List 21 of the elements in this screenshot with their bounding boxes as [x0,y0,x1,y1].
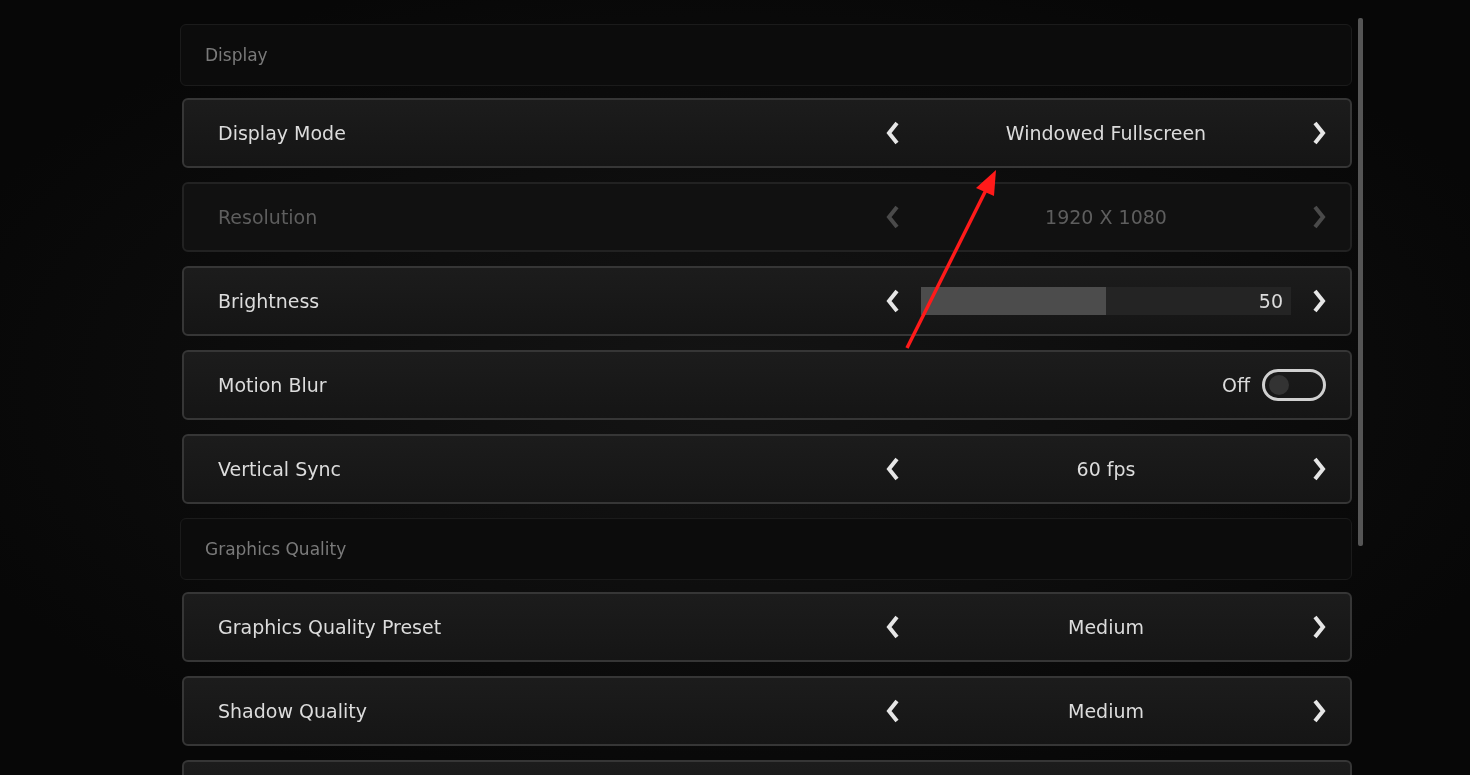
toggle-state: Off [1221,374,1250,396]
setting-row[interactable]: Brightness 50 [182,266,1352,336]
scrollbar[interactable] [1358,18,1363,546]
setting-label: Display Mode [218,122,347,144]
setting-label: Vertical Sync [218,458,342,480]
slider-track[interactable]: 50 [921,287,1291,315]
section-title: Graphics Quality [205,539,347,559]
setting-value: Medium [1067,700,1145,722]
setting-label: Motion Blur [218,374,328,396]
setting-value: Medium [1067,616,1145,638]
slider-value: 50 [1258,290,1284,312]
toggle-switch[interactable] [1262,369,1326,401]
setting-value: Windowed Fullscreen [1004,122,1208,144]
setting-value: 60 fps [1075,458,1137,480]
setting-label: Shadow Quality [218,700,368,722]
setting-label: Brightness [218,290,321,312]
setting-row[interactable]: Motion Blur Off [182,350,1352,420]
setting-value: 1920 X 1080 [1044,206,1168,228]
setting-label: Graphics Quality Preset [218,616,443,638]
section-title: Display [205,45,268,65]
setting-label: Resolution [218,206,319,228]
